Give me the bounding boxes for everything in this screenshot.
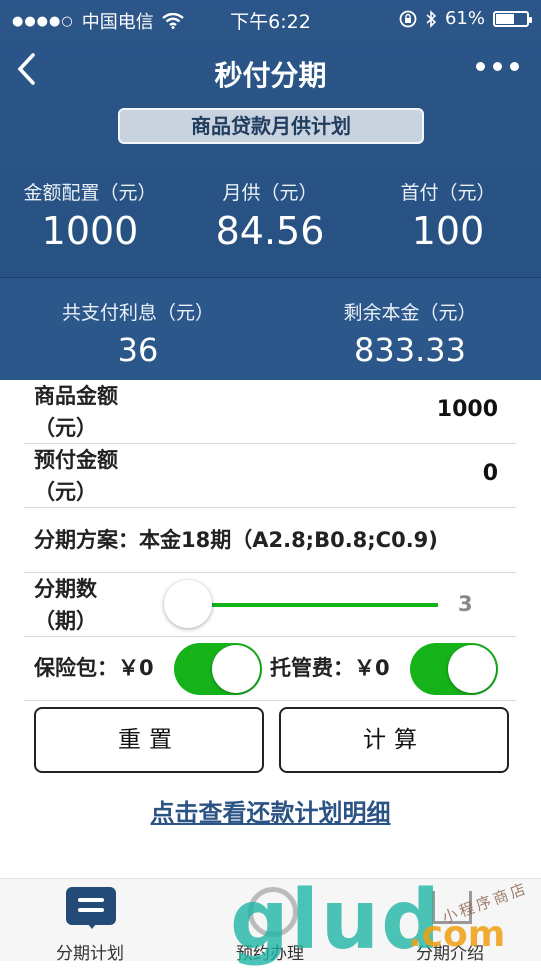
battery-percent: 61% [444, 8, 485, 29]
stat-monthly-label: 月供（元） [222, 182, 318, 204]
stat-remaining: 剩余本金（元） 833.33 [310, 298, 510, 369]
nav-bar: 秒付分期 [0, 44, 541, 100]
stat-down-label: 首付（元） [400, 182, 496, 204]
goods-amount-label: 商品金额 [34, 384, 118, 408]
prepay-amount-value[interactable]: 0 [483, 461, 498, 486]
scheme-text: 分期方案：本金18期（A2.8;B0.8;C0.9) [34, 528, 438, 552]
more-menu-button[interactable] [476, 62, 519, 71]
goods-amount-unit: （元） [34, 416, 97, 440]
stat-interest-value: 36 [117, 331, 159, 369]
prepay-amount-label: 预付金额 [34, 448, 118, 472]
tab-installment-plan-label: 分期计划 [56, 944, 124, 964]
periods-unit: （期） [34, 609, 97, 633]
periods-slider-value: 3 [458, 592, 473, 616]
plan-label: 商品贷款月供计划 [118, 108, 424, 144]
stat-interest: 共支付利息（元） 36 [38, 298, 238, 369]
stat-down-value: 100 [411, 209, 485, 253]
periods-slider-track[interactable] [188, 603, 438, 607]
scheme-row[interactable]: 分期方案：本金18期（A2.8;B0.8;C0.9) [24, 508, 516, 573]
prepay-amount-row[interactable]: 预付金额 （元） 0 [24, 444, 516, 508]
periods-label: 分期数 [34, 577, 97, 601]
stat-amount-label: 金额配置（元） [23, 182, 157, 204]
bluetooth-icon [426, 9, 437, 28]
header-panel: ●●●●○ 中国电信 下午6:22 61% 秒付分期 商品贷款月供计划 金额配置… [0, 0, 541, 380]
repayment-detail-link[interactable]: 点击查看还款计划明细 [0, 793, 541, 828]
toggle-knob [448, 645, 496, 693]
stat-remaining-label: 剩余本金（元） [343, 302, 477, 324]
more-dot-icon [510, 62, 519, 71]
periods-slider-thumb[interactable] [164, 580, 212, 628]
stat-interest-label: 共支付利息（元） [61, 302, 214, 324]
prepay-amount-unit: （元） [34, 480, 97, 504]
stat-amount-value: 1000 [41, 209, 139, 253]
goods-amount-value[interactable]: 1000 [437, 397, 498, 422]
calculate-button[interactable]: 计算 [279, 707, 509, 773]
stat-amount: 金额配置（元） 1000 [10, 178, 170, 253]
message-icon [66, 887, 116, 929]
stat-monthly-value: 84.56 [215, 209, 325, 253]
stat-monthly: 月供（元） 84.56 [190, 178, 350, 253]
page-title: 秒付分期 [214, 59, 327, 92]
more-dot-icon [476, 62, 485, 71]
rotation-lock-icon [399, 10, 417, 27]
custody-toggle[interactable] [410, 643, 498, 695]
custody-label: 托管费：￥0 [270, 656, 390, 680]
goods-amount-row[interactable]: 商品金额 （元） 1000 [24, 380, 516, 444]
more-dot-icon [493, 62, 502, 71]
battery-icon [493, 10, 532, 27]
stat-remaining-value: 833.33 [354, 331, 466, 369]
insurance-label: 保险包：￥0 [34, 656, 154, 680]
tab-installment-plan[interactable]: 分期计划 [0, 879, 180, 964]
status-bar: ●●●●○ 中国电信 下午6:22 61% [0, 0, 541, 36]
reset-button[interactable]: 重置 [34, 707, 264, 773]
insurance-toggle[interactable] [174, 643, 262, 695]
toggle-knob [212, 645, 260, 693]
stat-down: 首付（元） 100 [368, 178, 528, 253]
